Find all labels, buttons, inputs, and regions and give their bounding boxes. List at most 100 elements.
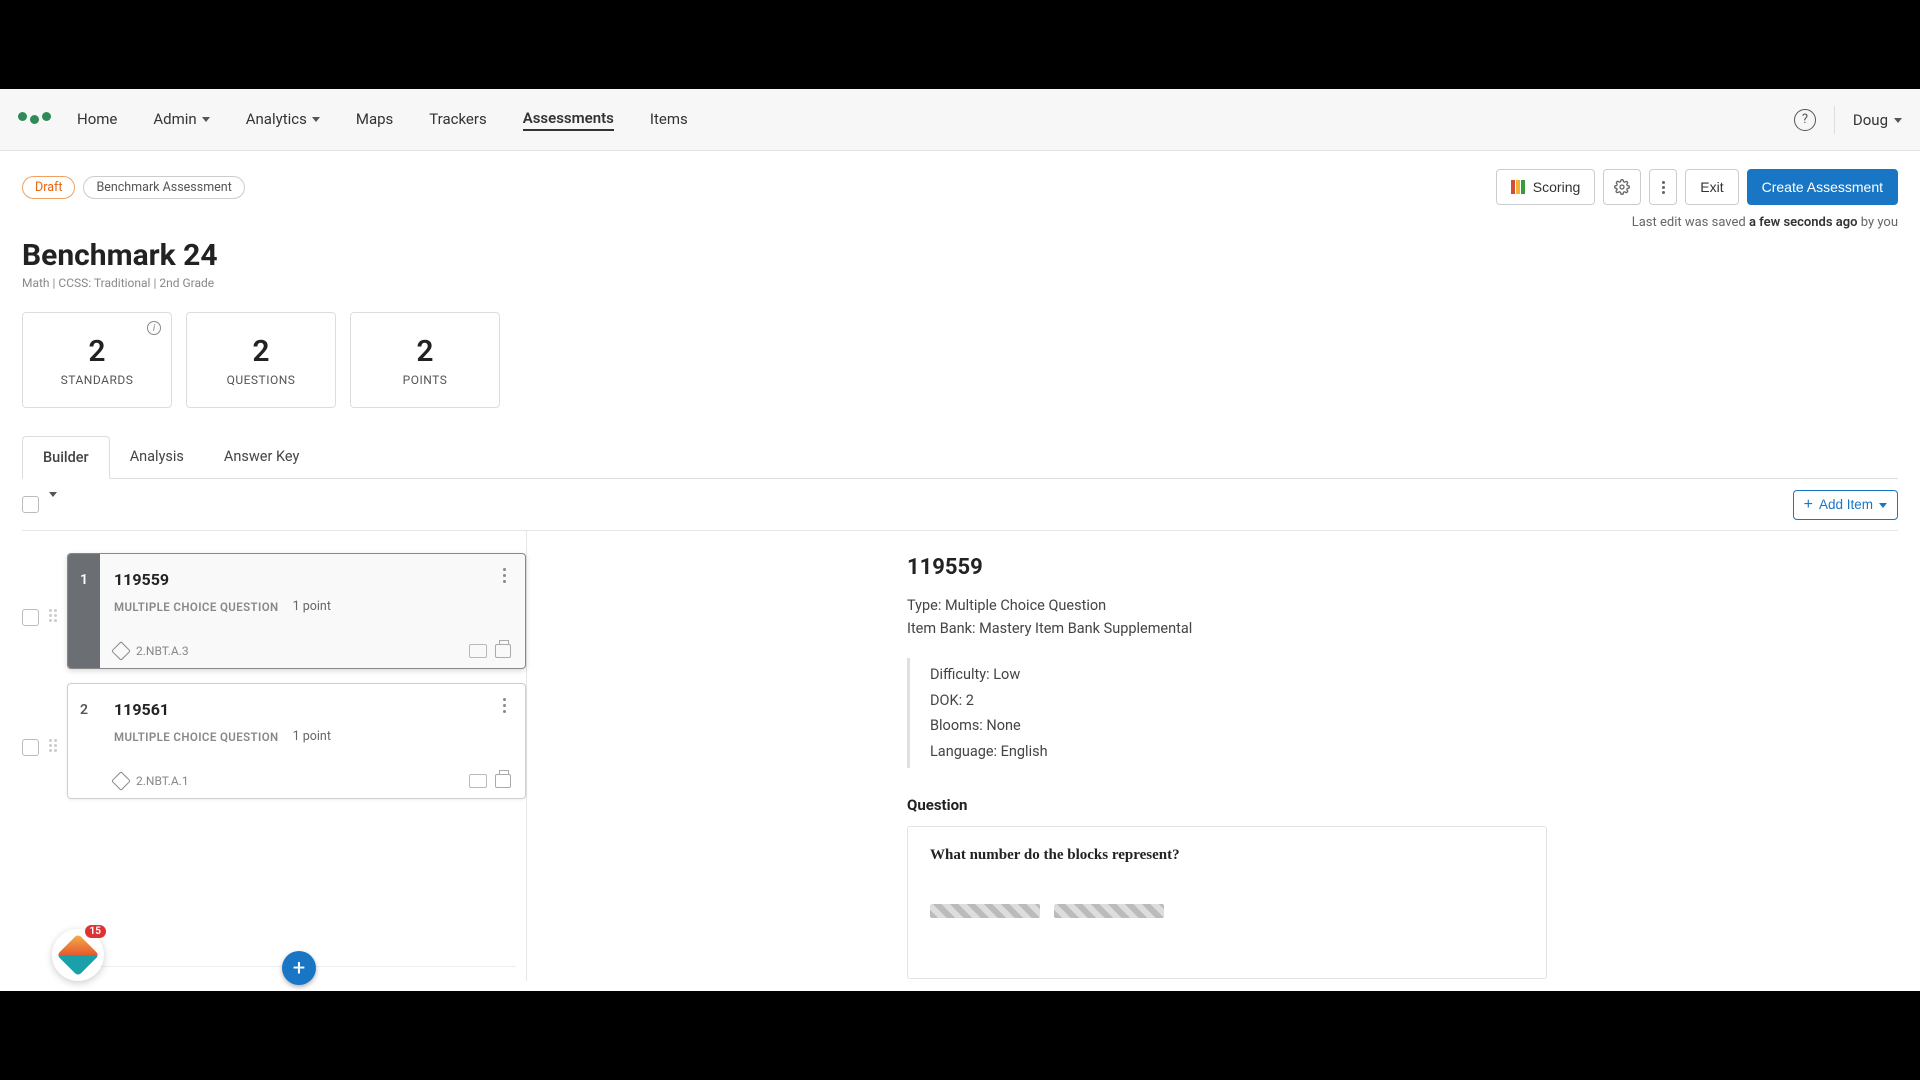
nav-link-trackers[interactable]: Trackers [429,110,486,130]
support-widget[interactable]: 15 [52,929,104,981]
detail-type: Type: Multiple Choice Question [907,594,1898,617]
question-preview: What number do the blocks represent? [907,826,1547,979]
create-assessment-label: Create Assessment [1762,179,1883,195]
nav-link-label: Maps [356,110,393,128]
question-points: 1 point [293,729,331,744]
question-section-label: Question [907,796,1898,814]
create-assessment-button[interactable]: Create Assessment [1747,169,1898,205]
notification-badge: 15 [85,925,106,938]
question-text: What number do the blocks represent? [930,847,1524,864]
nav-link-items[interactable]: Items [650,110,688,130]
stat-card-questions: 2QUESTIONS [186,312,336,408]
nav-link-label: Admin [153,110,196,128]
item-number: 2 [68,684,100,798]
item-id: 119561 [114,700,511,719]
last-saved-text: Last edit was saved a few seconds ago by… [22,215,1898,230]
item-detail-panel: 119559 Type: Multiple Choice Question It… [527,531,1898,981]
drag-handle[interactable] [49,609,57,622]
add-item-button[interactable]: + Add Item [1793,490,1898,520]
add-item-fab[interactable]: + [282,951,316,985]
chevron-down-icon [49,492,57,513]
question-graphic [1054,904,1164,918]
scoring-button[interactable]: Scoring [1496,169,1595,205]
item-select-checkbox[interactable] [22,609,39,626]
info-icon[interactable]: i [147,321,161,335]
question-graphic [930,904,1040,918]
brand-logo[interactable] [18,115,51,124]
kebab-icon [1660,181,1666,194]
tag-icon [111,641,131,661]
nav-link-label: Trackers [429,110,486,128]
status-pill-draft: Draft [22,176,75,199]
user-menu[interactable]: Doug [1853,111,1902,129]
user-name: Doug [1853,111,1888,129]
chevron-down-icon [312,117,320,122]
item-number: 1 [68,554,100,668]
plus-icon: + [1804,497,1813,513]
nav-link-assessments[interactable]: Assessments [523,109,614,131]
stat-value: 2 [252,334,269,369]
help-icon[interactable]: ? [1794,109,1816,131]
gear-icon [1614,179,1630,195]
nav-link-analytics[interactable]: Analytics [246,110,320,130]
chevron-down-icon [202,117,210,122]
stat-value: 2 [88,334,105,369]
support-widget-icon [57,934,99,976]
standard-code: 2.NBT.A.1 [136,774,189,788]
item-card[interactable]: 1 119559 MULTIPLE CHOICE QUESTION 1 point 2.… [67,553,526,669]
tab-analysis[interactable]: Analysis [110,436,204,478]
item-list-panel: 1 119559 MULTIPLE CHOICE QUESTION 1 point 2.… [22,531,527,981]
page-subtitle: Math | CCSS: Traditional | 2nd Grade [22,276,1898,290]
nav-link-label: Assessments [523,109,614,127]
action-bar: Draft Benchmark Assessment Scoring Exit … [22,169,1898,205]
item-row: 2 119561 MULTIPLE CHOICE QUESTION 1 point 2.… [22,683,526,799]
tag-icon [111,771,131,791]
detail-dok: DOK: 2 [930,688,1898,713]
item-card[interactable]: 2 119561 MULTIPLE CHOICE QUESTION 1 point 2.… [67,683,526,799]
question-points: 1 point [293,599,331,614]
preview-icon[interactable] [469,644,487,658]
stat-card-standards: i2STANDARDS [22,312,172,408]
question-type: MULTIPLE CHOICE QUESTION [114,600,279,614]
add-item-label: Add Item [1819,497,1873,512]
settings-button[interactable] [1603,169,1641,205]
tab-bar: BuilderAnalysisAnswer Key [22,436,1898,479]
divider [1834,106,1835,134]
stat-label: POINTS [403,373,448,387]
item-more-menu[interactable] [495,568,513,583]
top-nav: Home Admin Analytics Maps Trackers Assessment… [0,89,1920,151]
chevron-down-icon [1879,503,1887,508]
print-icon[interactable] [495,774,511,788]
builder-toolbar: + Add Item [22,479,1898,531]
drag-handle[interactable] [49,739,57,752]
nav-link-label: Analytics [246,110,307,128]
tab-answer-key[interactable]: Answer Key [204,436,319,478]
scoring-icon [1511,180,1525,194]
chevron-down-icon [1894,118,1902,123]
nav-link-admin[interactable]: Admin [153,110,209,130]
preview-icon[interactable] [469,774,487,788]
item-more-menu[interactable] [495,698,513,713]
exit-label: Exit [1700,179,1723,195]
question-type: MULTIPLE CHOICE QUESTION [114,730,279,744]
item-id: 119559 [114,570,511,589]
nav-link-maps[interactable]: Maps [356,110,393,130]
tab-builder[interactable]: Builder [22,436,110,479]
item-select-checkbox[interactable] [22,739,39,756]
nav-link-label: Items [650,110,688,128]
nav-link-home[interactable]: Home [77,110,117,130]
print-icon[interactable] [495,644,511,658]
stat-value: 2 [416,334,433,369]
detail-language: Language: English [930,739,1898,764]
detail-item-id: 119559 [907,555,1898,580]
page-title: Benchmark 24 [22,238,1898,273]
stat-card-points: 2 POINTS [350,312,500,408]
standard-code: 2.NBT.A.3 [136,644,189,658]
more-menu-button[interactable] [1649,169,1677,205]
detail-difficulty: Difficulty: Low [930,662,1898,687]
detail-blooms: Blooms: None [930,713,1898,738]
select-all-checkbox[interactable] [22,496,39,513]
select-all-menu-chevron[interactable] [49,497,57,513]
exit-button[interactable]: Exit [1685,169,1738,205]
scoring-label: Scoring [1533,179,1580,195]
